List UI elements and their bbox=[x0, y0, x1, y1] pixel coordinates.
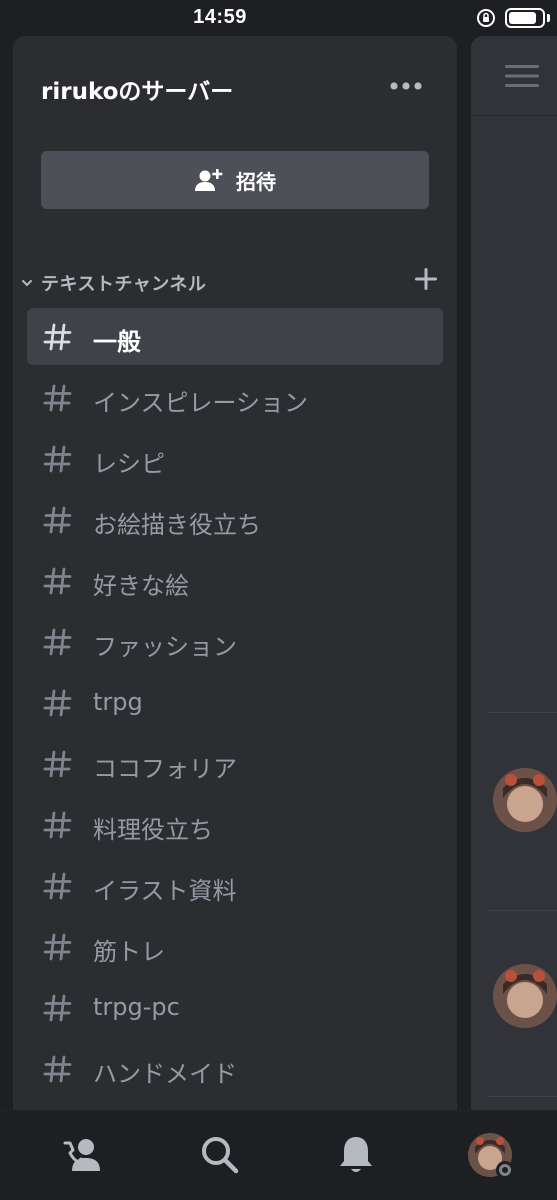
channel-item[interactable]: 料理役立ち bbox=[27, 796, 443, 853]
channel-item[interactable]: ファッション bbox=[27, 613, 443, 670]
avatar-image bbox=[493, 768, 557, 832]
plus-icon[interactable] bbox=[413, 266, 439, 292]
hash-icon bbox=[43, 933, 72, 961]
hash-icon bbox=[43, 1055, 72, 1083]
category-header[interactable]: テキストチャンネル bbox=[19, 268, 439, 298]
channel-item[interactable]: お絵描き役立ち bbox=[27, 491, 443, 548]
chat-header bbox=[471, 36, 557, 116]
hash-icon bbox=[43, 994, 72, 1022]
channel-name: 筋トレ bbox=[93, 938, 165, 966]
chevron-down-icon bbox=[22, 280, 32, 287]
channel-item[interactable]: レシピ bbox=[27, 430, 443, 487]
channel-name: 好きな絵 bbox=[93, 572, 189, 600]
channel-name: trpg-pc bbox=[93, 993, 180, 1021]
channel-name: イラスト資料 bbox=[93, 877, 237, 905]
channel-item[interactable]: ハンドメイド bbox=[27, 1040, 443, 1097]
add-person-icon bbox=[195, 169, 223, 191]
hash-icon bbox=[43, 872, 72, 900]
channel-name: お絵描き役立ち bbox=[93, 511, 261, 539]
status-indicator bbox=[496, 1161, 514, 1179]
hash-icon bbox=[43, 445, 72, 473]
channel-panel: rirukoのサーバー 招待 テキストチャンネル 一般インスピレーション レシピお… bbox=[13, 36, 457, 1110]
channel-name: trpg bbox=[93, 688, 143, 716]
orientation-lock-icon bbox=[477, 9, 495, 27]
server-name[interactable]: rirukoのサーバー bbox=[41, 72, 233, 106]
avatar-image bbox=[493, 964, 557, 1028]
chat-panel bbox=[471, 36, 557, 1110]
channel-name: 料理役立ち bbox=[93, 816, 213, 844]
message-divider bbox=[487, 1096, 557, 1097]
hash-icon bbox=[43, 628, 72, 656]
status-bar: 14:59 bbox=[0, 0, 557, 36]
search-icon[interactable] bbox=[198, 1133, 242, 1177]
message-divider bbox=[487, 712, 557, 713]
channel-name: レシピ bbox=[93, 450, 165, 478]
channel-item[interactable]: 筋トレ bbox=[27, 918, 443, 975]
profile-avatar[interactable] bbox=[468, 1133, 514, 1179]
hash-icon bbox=[43, 323, 72, 351]
hash-icon bbox=[43, 811, 72, 839]
hash-icon bbox=[43, 689, 72, 717]
hash-icon bbox=[43, 750, 72, 778]
channel-name: 一般 bbox=[93, 328, 141, 356]
category-label: テキストチャンネル bbox=[41, 274, 207, 295]
channel-item[interactable]: イラスト資料 bbox=[27, 857, 443, 914]
invite-button[interactable]: 招待 bbox=[41, 151, 429, 209]
hamburger-menu-icon[interactable] bbox=[505, 64, 539, 88]
bottom-nav bbox=[0, 1110, 557, 1200]
battery-level bbox=[509, 12, 537, 24]
hash-icon bbox=[43, 567, 72, 595]
channel-name: ファッション bbox=[93, 633, 237, 661]
channel-name: ココフォリア bbox=[93, 755, 237, 783]
notifications-bell-icon[interactable] bbox=[334, 1133, 378, 1177]
ellipsis-icon[interactable] bbox=[389, 76, 423, 96]
channel-item[interactable]: trpg bbox=[27, 674, 443, 731]
invite-label: 招待 bbox=[236, 169, 276, 194]
channel-name: ハンドメイド bbox=[93, 1060, 237, 1088]
status-time: 14:59 bbox=[193, 6, 247, 28]
channel-item[interactable]: 一般 bbox=[27, 308, 443, 365]
channel-item[interactable]: 好きな絵 bbox=[27, 552, 443, 609]
channel-item[interactable]: trpg-pc bbox=[27, 979, 443, 1036]
channel-name: インスピレーション bbox=[93, 389, 309, 417]
channel-item[interactable]: インスピレーション bbox=[27, 369, 443, 426]
channel-list: 一般インスピレーション レシピお絵描き役立ち 好きな絵ファッション trpg ココフォリ… bbox=[27, 308, 443, 1101]
battery-icon bbox=[505, 8, 545, 28]
hash-icon bbox=[43, 384, 72, 412]
hash-icon bbox=[43, 506, 72, 534]
user-avatar[interactable] bbox=[493, 768, 557, 832]
battery-nub bbox=[547, 14, 550, 22]
friends-icon[interactable] bbox=[60, 1133, 104, 1177]
user-avatar[interactable] bbox=[493, 964, 557, 1028]
message-divider bbox=[487, 910, 557, 911]
channel-item[interactable]: ココフォリア bbox=[27, 735, 443, 792]
offline-status-icon bbox=[499, 1164, 511, 1176]
